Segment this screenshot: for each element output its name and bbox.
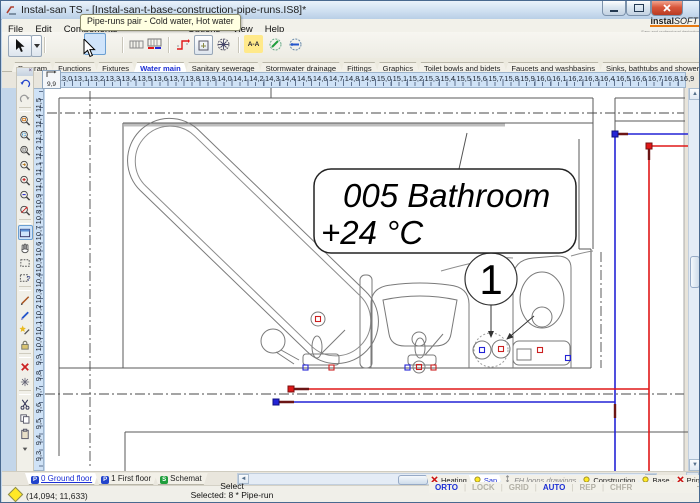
main-toolbar: A-A (2, 32, 700, 59)
toggle-lock[interactable]: LOCK (466, 483, 501, 492)
scroll-up-icon[interactable]: ▲ (689, 88, 700, 100)
logo-brand: instal (650, 16, 674, 26)
close-icon (663, 4, 671, 12)
undo-icon[interactable] (18, 76, 33, 91)
select-special-icon[interactable]: ? (18, 270, 33, 285)
horizontal-scroll-thumb[interactable] (398, 475, 428, 485)
sheet-tab-0-ground-floor[interactable]: P0 Ground floor (25, 473, 98, 485)
select-tool-dropdown[interactable] (31, 35, 42, 57)
ruler-origin-value: 9,9 (43, 81, 60, 89)
washbasin[interactable] (371, 283, 469, 373)
app-window: Instal-san TS - [Instal-san-t-base-const… (0, 0, 700, 503)
zoom-previous-icon[interactable] (18, 158, 33, 173)
drawing-canvas[interactable]: 1 005 Bathroom +24 °C (45, 88, 688, 471)
redraw-icon[interactable] (18, 225, 33, 240)
zoom-extents-icon[interactable] (18, 128, 33, 143)
redo-icon[interactable] (18, 91, 33, 106)
room-label-line2: +24 °C (321, 214, 424, 251)
mouse-cursor (83, 39, 97, 58)
edit-graphics-blue-icon[interactable] (286, 35, 304, 53)
delete-icon[interactable] (18, 359, 33, 374)
wall-axes (45, 91, 684, 466)
select-area-icon[interactable] (18, 255, 33, 270)
ruler-row: 9,9 13,013,113,213,313,413,513,613,713,8… (2, 72, 700, 88)
chevron-down-icon (34, 44, 40, 48)
insert-component-icon[interactable] (194, 35, 213, 55)
zoom-out-icon[interactable] (18, 188, 33, 203)
mode-toggles: ORTO|LOCK|GRID|AUTO|REP|CHFR (429, 482, 697, 493)
pipe-runs-pair-hot-circulation-button[interactable] (110, 35, 125, 53)
zoom-dynamic-icon[interactable] (18, 203, 33, 218)
radiator-connected-icon[interactable] (146, 35, 163, 53)
room-label-line1: 005 Bathroom (343, 177, 550, 214)
vertical-ruler: 11,511,411,311,211,111,010,910,810,710,6… (33, 88, 44, 471)
instalsoft-logo: instalSOFT Easy and professional designi… (637, 16, 699, 32)
toggle-grid[interactable]: GRID (503, 483, 535, 492)
status-selection: Selected: 8 * Pipe-run (132, 491, 332, 500)
close-button[interactable] (651, 1, 683, 16)
pipe-run-circulation-button[interactable] (67, 35, 82, 53)
tooltip-text: Pipe-runs pair - Cold water, Hot water (87, 16, 234, 26)
callout-number: 1 (479, 256, 502, 303)
aa-label: A-A (248, 41, 260, 48)
callout-1[interactable]: 1 (465, 253, 534, 339)
cut-icon[interactable] (18, 396, 33, 411)
toggle-auto[interactable]: AUTO (537, 483, 572, 492)
walls (59, 88, 688, 471)
toggle-rep[interactable]: REP (573, 483, 601, 492)
auto-pipe-runs-icon[interactable] (174, 35, 191, 53)
vruler-label: 9,3 (34, 444, 44, 468)
tooltip: Pipe-runs pair - Cold water, Hot water (80, 14, 241, 31)
pipe-run-cold-water-button[interactable] (50, 35, 65, 53)
hruler-label: 16,9 (675, 74, 699, 83)
toggle-chfr[interactable]: CHFR (604, 483, 638, 492)
edit-graphics-green-icon[interactable] (266, 35, 284, 53)
zoom-in-icon[interactable] (18, 173, 33, 188)
effects-icon[interactable] (18, 322, 33, 337)
select-tool-button[interactable] (8, 35, 32, 57)
zoom-window-icon[interactable] (18, 113, 33, 128)
left-toolbar: × ? (16, 67, 34, 477)
lock-icon[interactable] (18, 337, 33, 352)
zoom-page-icon[interactable] (18, 143, 33, 158)
sheet-badge-icon: P (31, 476, 39, 484)
cursor-coordinates: (14,094; 11,633) (26, 491, 88, 501)
sheet-badge-icon: P (101, 476, 109, 484)
disconnect-icon[interactable] (18, 374, 33, 389)
connection-points[interactable] (473, 333, 510, 367)
draw-freehand-icon[interactable] (18, 292, 33, 307)
select-arrow-icon (15, 39, 26, 53)
paste-icon[interactable] (18, 426, 33, 441)
valve-fitting-icon[interactable] (214, 35, 232, 53)
left-toolbar-close-icon[interactable]: × (17, 68, 33, 76)
toilet[interactable] (513, 256, 571, 368)
toggle-orto[interactable]: ORTO (429, 483, 464, 492)
format-painter-icon[interactable] (18, 307, 33, 322)
component-category-tabs: ProgramFunctionsFixturesWater mainSanita… (2, 58, 700, 72)
status-message: Select Selected: 8 * Pipe-run (132, 482, 332, 500)
maximize-button[interactable] (626, 1, 651, 16)
snap-diamond-icon (8, 487, 24, 503)
pan-icon[interactable] (18, 240, 33, 255)
app-icon (6, 4, 18, 16)
ruler-origin-icon (46, 71, 57, 78)
svg-text:?: ? (26, 274, 30, 283)
copy-icon[interactable] (18, 411, 33, 426)
pipe-runs-triple-button[interactable] (127, 35, 142, 53)
ruler-origin-box[interactable]: 9,9 (42, 70, 61, 89)
horizontal-ruler: 13,013,113,213,313,413,513,613,713,813,9… (45, 72, 686, 88)
vertical-scroll-thumb[interactable] (690, 256, 700, 288)
room-label[interactable]: 005 Bathroom +24 °C (314, 133, 576, 253)
vertical-scrollbar[interactable]: ▲ ▼ (688, 88, 700, 471)
minimize-button[interactable] (602, 1, 626, 16)
description-label-icon[interactable]: A-A (244, 35, 263, 53)
more-icon[interactable] (18, 441, 33, 456)
